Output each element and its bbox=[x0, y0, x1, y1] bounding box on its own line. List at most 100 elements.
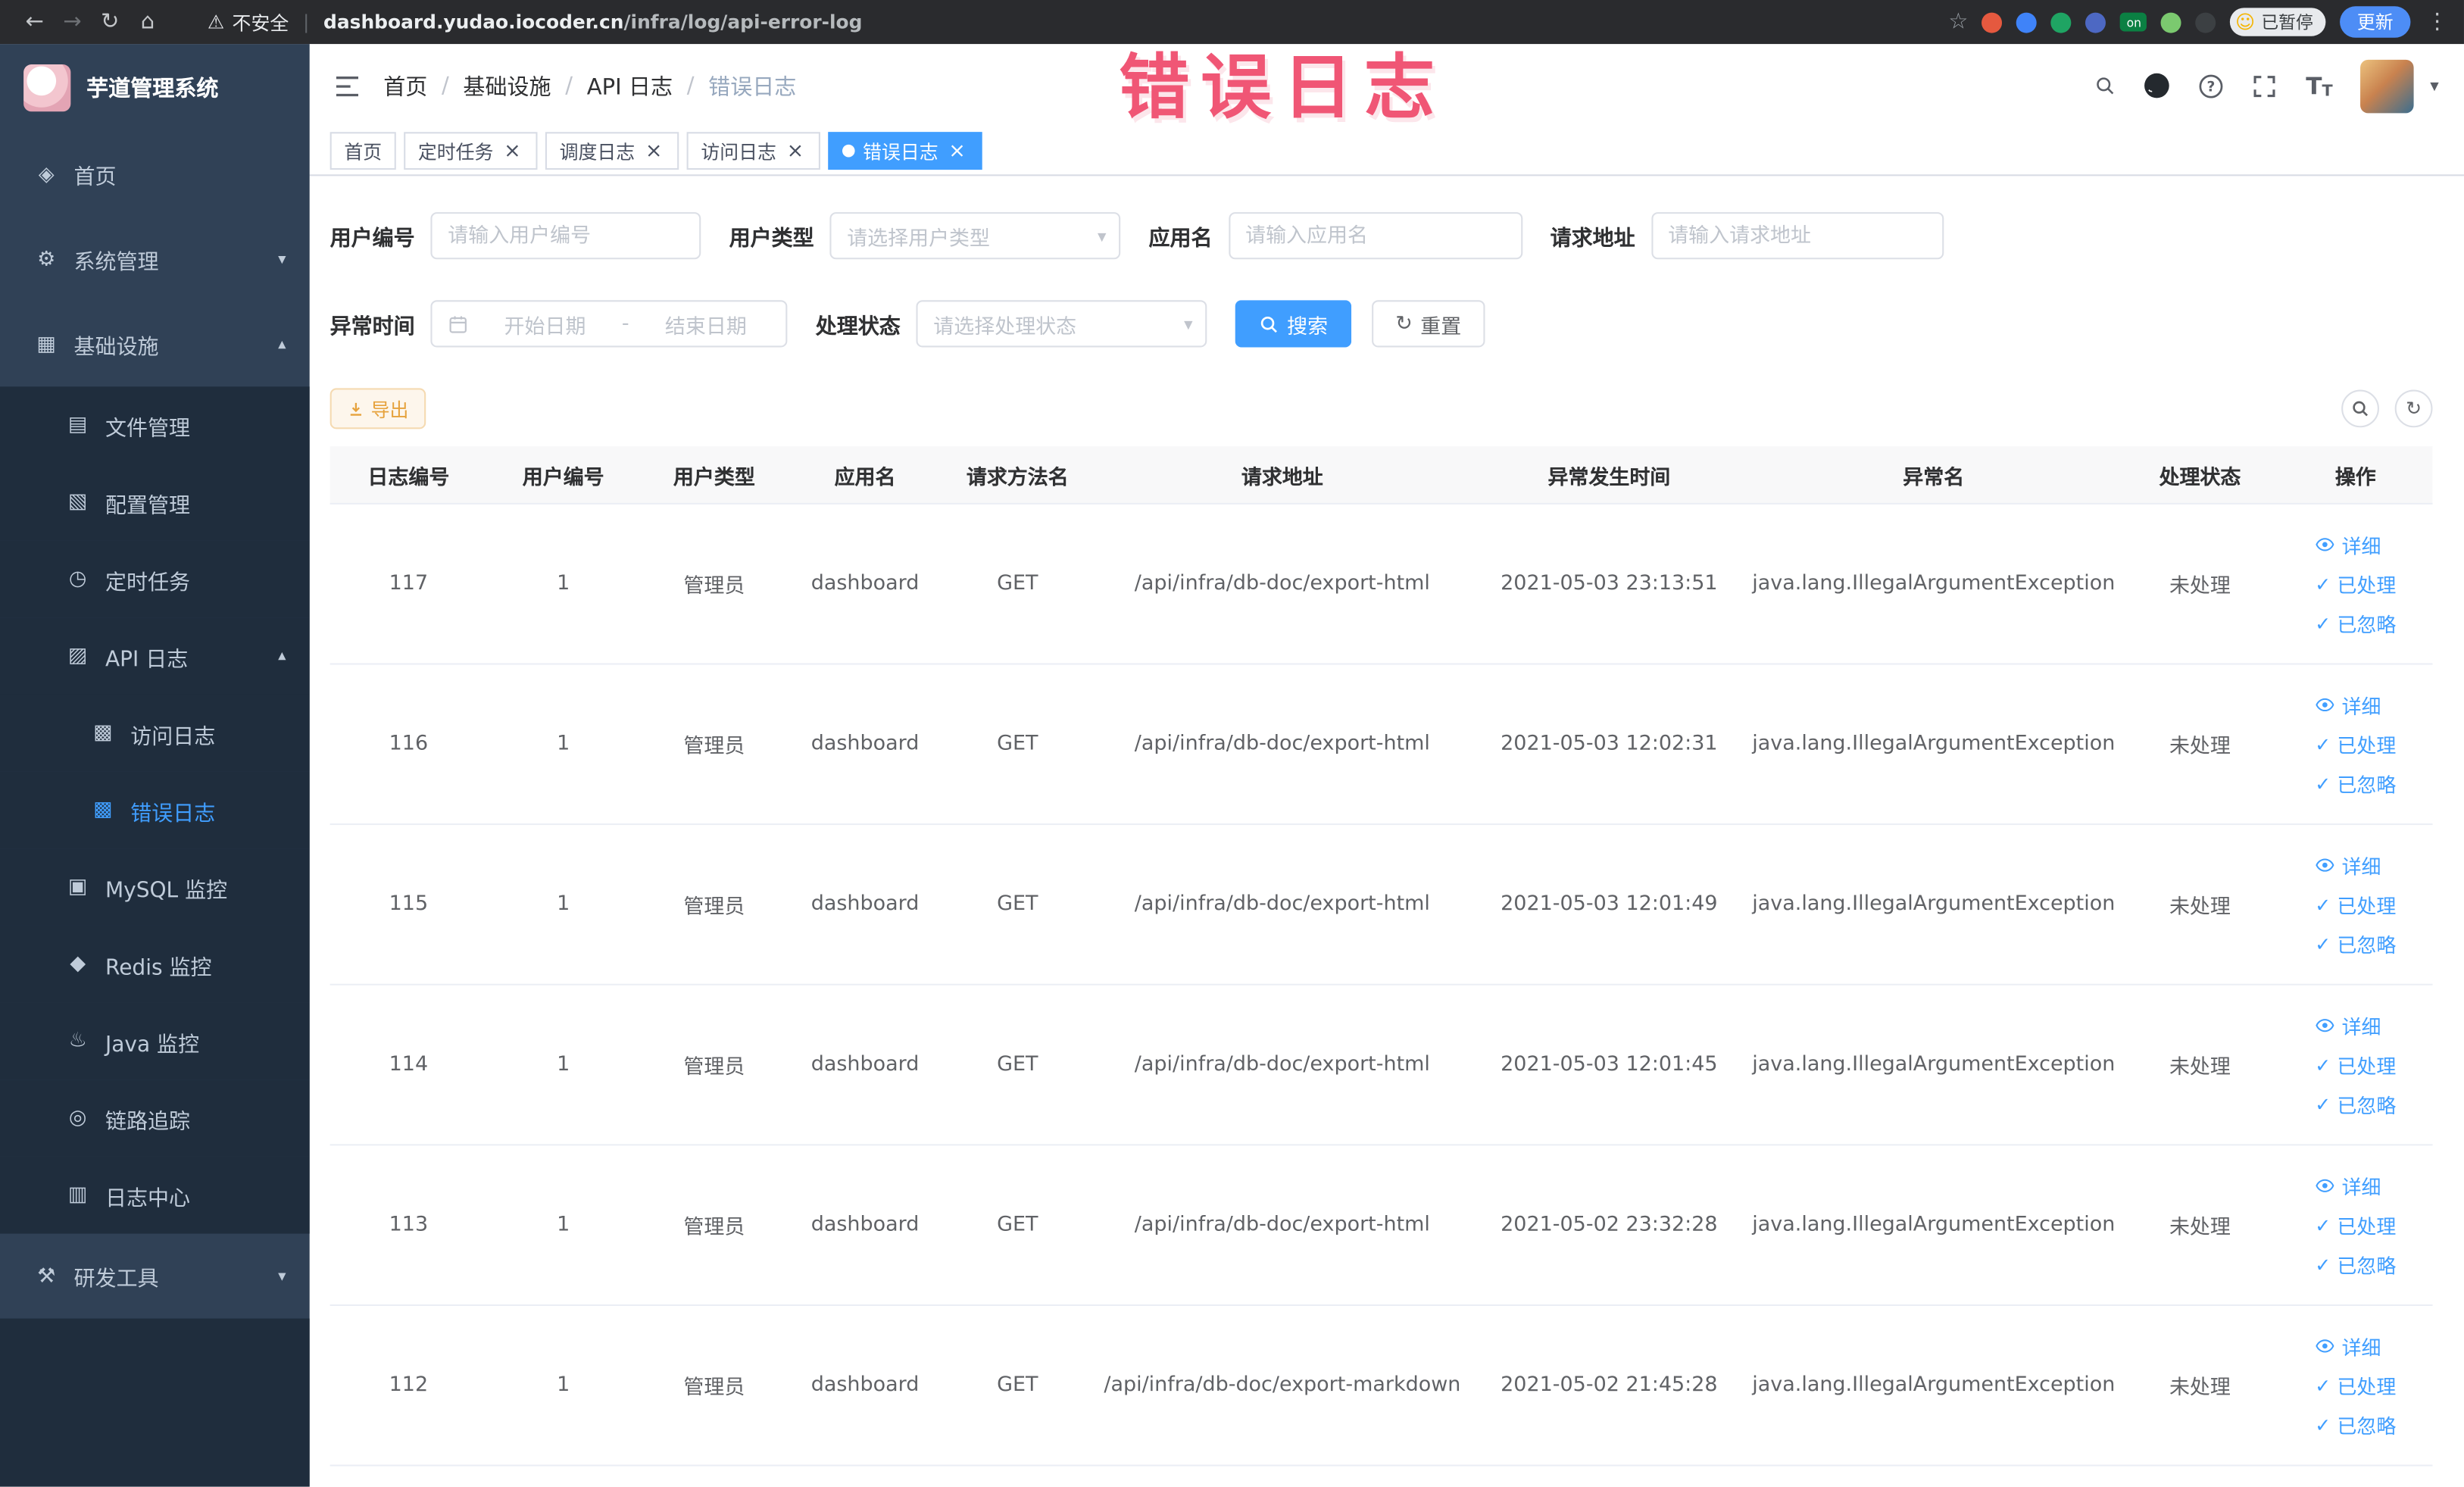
detail-link[interactable]: 详细 bbox=[2315, 530, 2381, 559]
request-url-input[interactable] bbox=[1650, 212, 1944, 260]
cell-actions: 详细 ✓ 已处理 ✓ 已忽略 bbox=[2280, 1306, 2431, 1465]
cell-exception-name: java.lang.IllegalArgumentException bbox=[1752, 1213, 2116, 1237]
sidebar-item-infra[interactable]: ▦ 基础设施 ▴ bbox=[0, 301, 310, 386]
sidebar-item-home[interactable]: ◈ 首页 bbox=[0, 132, 310, 217]
extension-icon-green[interactable] bbox=[2051, 11, 2072, 33]
close-icon[interactable]: × bbox=[784, 140, 806, 162]
search-icon[interactable] bbox=[2095, 76, 2116, 96]
sidebar-item-dev-tools[interactable]: ⚒ 研发工具 ▾ bbox=[0, 1234, 310, 1319]
cell-actions: 详细 ✓ 已处理 ✓ 已忽略 bbox=[2280, 1145, 2431, 1304]
tab-home[interactable]: 首页 bbox=[329, 132, 396, 170]
export-button[interactable]: 导出 bbox=[329, 388, 426, 430]
cell-request-url: /api/infra/db-doc/export-html bbox=[1134, 1213, 1430, 1237]
password-paused-badge[interactable]: ☺ 已暂停 bbox=[2230, 8, 2326, 36]
update-button[interactable]: 更新 bbox=[2340, 6, 2411, 38]
breadcrumb-item[interactable]: API 日志 bbox=[587, 70, 673, 101]
home-icon[interactable]: ⌂ bbox=[129, 9, 167, 34]
mark-ignored-link[interactable]: ✓ 已忽略 bbox=[2315, 768, 2396, 798]
hamburger-icon[interactable] bbox=[335, 75, 360, 97]
tab-job[interactable]: 定时任务 × bbox=[404, 132, 538, 170]
sidebar-item-mysql[interactable]: ▣ MySQL 监控 bbox=[0, 848, 310, 926]
refresh-table-button[interactable]: ↻ bbox=[2394, 389, 2433, 428]
search-button[interactable]: 搜索 bbox=[1235, 300, 1352, 348]
github-icon[interactable] bbox=[2144, 72, 2171, 98]
mark-processed-link[interactable]: ✓ 已处理 bbox=[2315, 729, 2396, 759]
detail-link[interactable]: 详细 bbox=[2315, 1011, 2381, 1040]
exception-time-label: 异常时间 bbox=[329, 314, 415, 340]
detail-link[interactable]: 详细 bbox=[2315, 1171, 2381, 1201]
close-icon[interactable]: × bbox=[501, 140, 523, 162]
sidebar-item-redis[interactable]: ◆ Redis 监控 bbox=[0, 925, 310, 1003]
cell-actions: 详细 ✓ 已处理 ✓ 已忽略 bbox=[2280, 665, 2431, 824]
cell-request-method: GET bbox=[997, 1052, 1038, 1077]
url-host: dashboard.yudao.iocoder.cn bbox=[323, 11, 624, 33]
table-body: 117 1 管理员 dashboard GET /api/infra/db-do… bbox=[329, 504, 2433, 1467]
sidebar-item-log-center[interactable]: ▥ 日志中心 bbox=[0, 1156, 310, 1234]
detail-link[interactable]: 详细 bbox=[2315, 690, 2381, 720]
tab-access-log[interactable]: 访问日志 × bbox=[686, 132, 821, 170]
sidebar-item-trace[interactable]: ◎ 链路追踪 bbox=[0, 1079, 310, 1157]
cell-request-method: GET bbox=[997, 732, 1038, 756]
forward-icon[interactable]: → bbox=[54, 9, 92, 34]
mark-ignored-link[interactable]: ✓ 已忽略 bbox=[2315, 1410, 2396, 1439]
app-logo[interactable]: 芋道管理系统 bbox=[0, 44, 310, 132]
tab-job-log[interactable]: 调度日志 × bbox=[545, 132, 679, 170]
app-title: 芋道管理系统 bbox=[86, 77, 219, 102]
mark-processed-link[interactable]: ✓ 已处理 bbox=[2315, 569, 2396, 598]
user-type-select[interactable]: 请选择用户类型 ▾ bbox=[829, 212, 1121, 260]
mark-processed-link[interactable]: ✓ 已处理 bbox=[2315, 889, 2396, 919]
extension-icon-dark[interactable] bbox=[2196, 11, 2217, 33]
mark-processed-link[interactable]: ✓ 已处理 bbox=[2315, 1210, 2396, 1239]
sidebar-item-config[interactable]: ▧ 配置管理 bbox=[0, 464, 310, 541]
extension-icon-red[interactable] bbox=[1982, 11, 2003, 33]
close-icon[interactable]: × bbox=[946, 140, 968, 162]
process-status-select[interactable]: 请选择处理状态 ▾ bbox=[916, 300, 1207, 348]
extension-icon-leaf[interactable] bbox=[2161, 11, 2182, 33]
help-icon[interactable]: ? bbox=[2199, 73, 2224, 98]
sidebar-item-java[interactable]: ♨ Java 监控 bbox=[0, 1002, 310, 1080]
sidebar-item-system[interactable]: ⚙ 系统管理 ▾ bbox=[0, 217, 310, 301]
cell-log-id: 112 bbox=[389, 1373, 429, 1398]
extension-icon-on[interactable]: on bbox=[2120, 12, 2147, 32]
sidebar-item-label: 首页 bbox=[73, 164, 117, 191]
mark-processed-link[interactable]: ✓ 已处理 bbox=[2315, 1050, 2396, 1079]
browser-menu-icon[interactable]: ⋮ bbox=[2426, 9, 2448, 34]
cell-process-status: 未处理 bbox=[2169, 1376, 2231, 1401]
detail-link[interactable]: 详细 bbox=[2315, 850, 2381, 879]
close-icon[interactable]: × bbox=[643, 140, 665, 162]
url-bar[interactable]: dashboard.yudao.iocoder.cn /infra/log/ap… bbox=[323, 11, 862, 33]
exception-time-range[interactable]: 开始日期 - 结束日期 bbox=[430, 300, 788, 348]
column-header: 请求地址 bbox=[1241, 466, 1323, 490]
table-row: 113 1 管理员 dashboard GET /api/infra/db-do… bbox=[329, 1145, 2433, 1306]
mark-ignored-link[interactable]: ✓ 已忽略 bbox=[2315, 1089, 2396, 1119]
fullscreen-icon[interactable] bbox=[2253, 73, 2278, 98]
app-name-input[interactable] bbox=[1228, 212, 1522, 260]
bookmark-star-icon[interactable]: ☆ bbox=[1948, 9, 1968, 34]
font-size-icon[interactable]: TT bbox=[2306, 71, 2332, 99]
tab-error-log[interactable]: 错误日志 × bbox=[828, 132, 982, 170]
detail-link[interactable]: 详细 bbox=[2315, 1331, 2381, 1360]
mark-processed-link[interactable]: ✓ 已处理 bbox=[2315, 1370, 2396, 1400]
sidebar-item-file[interactable]: ▤ 文件管理 bbox=[0, 386, 310, 464]
sidebar-item-error-log[interactable]: ▩ 错误日志 bbox=[0, 771, 310, 849]
avatar[interactable] bbox=[2361, 58, 2415, 113]
extensions-grid-icon[interactable] bbox=[2085, 11, 2106, 33]
cell-exception-time: 2021-05-02 21:45:28 bbox=[1501, 1373, 1718, 1398]
sidebar-item-access-log[interactable]: ▩ 访问日志 bbox=[0, 694, 310, 772]
reload-icon[interactable]: ↻ bbox=[91, 9, 129, 34]
user-id-input[interactable] bbox=[430, 212, 701, 260]
sidebar-item-job[interactable]: ◷ 定时任务 bbox=[0, 540, 310, 618]
cell-log-id: 113 bbox=[389, 1213, 429, 1237]
breadcrumb-item[interactable]: 首页 bbox=[383, 70, 427, 101]
mark-ignored-link[interactable]: ✓ 已忽略 bbox=[2315, 1249, 2396, 1279]
extension-icon-blue[interactable] bbox=[2016, 11, 2038, 33]
security-warning[interactable]: ⚠ 不安全 bbox=[208, 8, 289, 35]
breadcrumb-item[interactable]: 基础设施 bbox=[463, 70, 551, 101]
reset-button[interactable]: ↻ 重置 bbox=[1372, 300, 1485, 348]
back-icon[interactable]: ← bbox=[16, 9, 54, 34]
mark-ignored-link[interactable]: ✓ 已忽略 bbox=[2315, 608, 2396, 638]
chevron-down-icon[interactable]: ▾ bbox=[2430, 76, 2438, 96]
toggle-search-button[interactable] bbox=[2341, 389, 2379, 428]
sidebar-item-api-log[interactable]: ▨ API 日志 ▴ bbox=[0, 617, 310, 695]
mark-ignored-link[interactable]: ✓ 已忽略 bbox=[2315, 929, 2396, 958]
